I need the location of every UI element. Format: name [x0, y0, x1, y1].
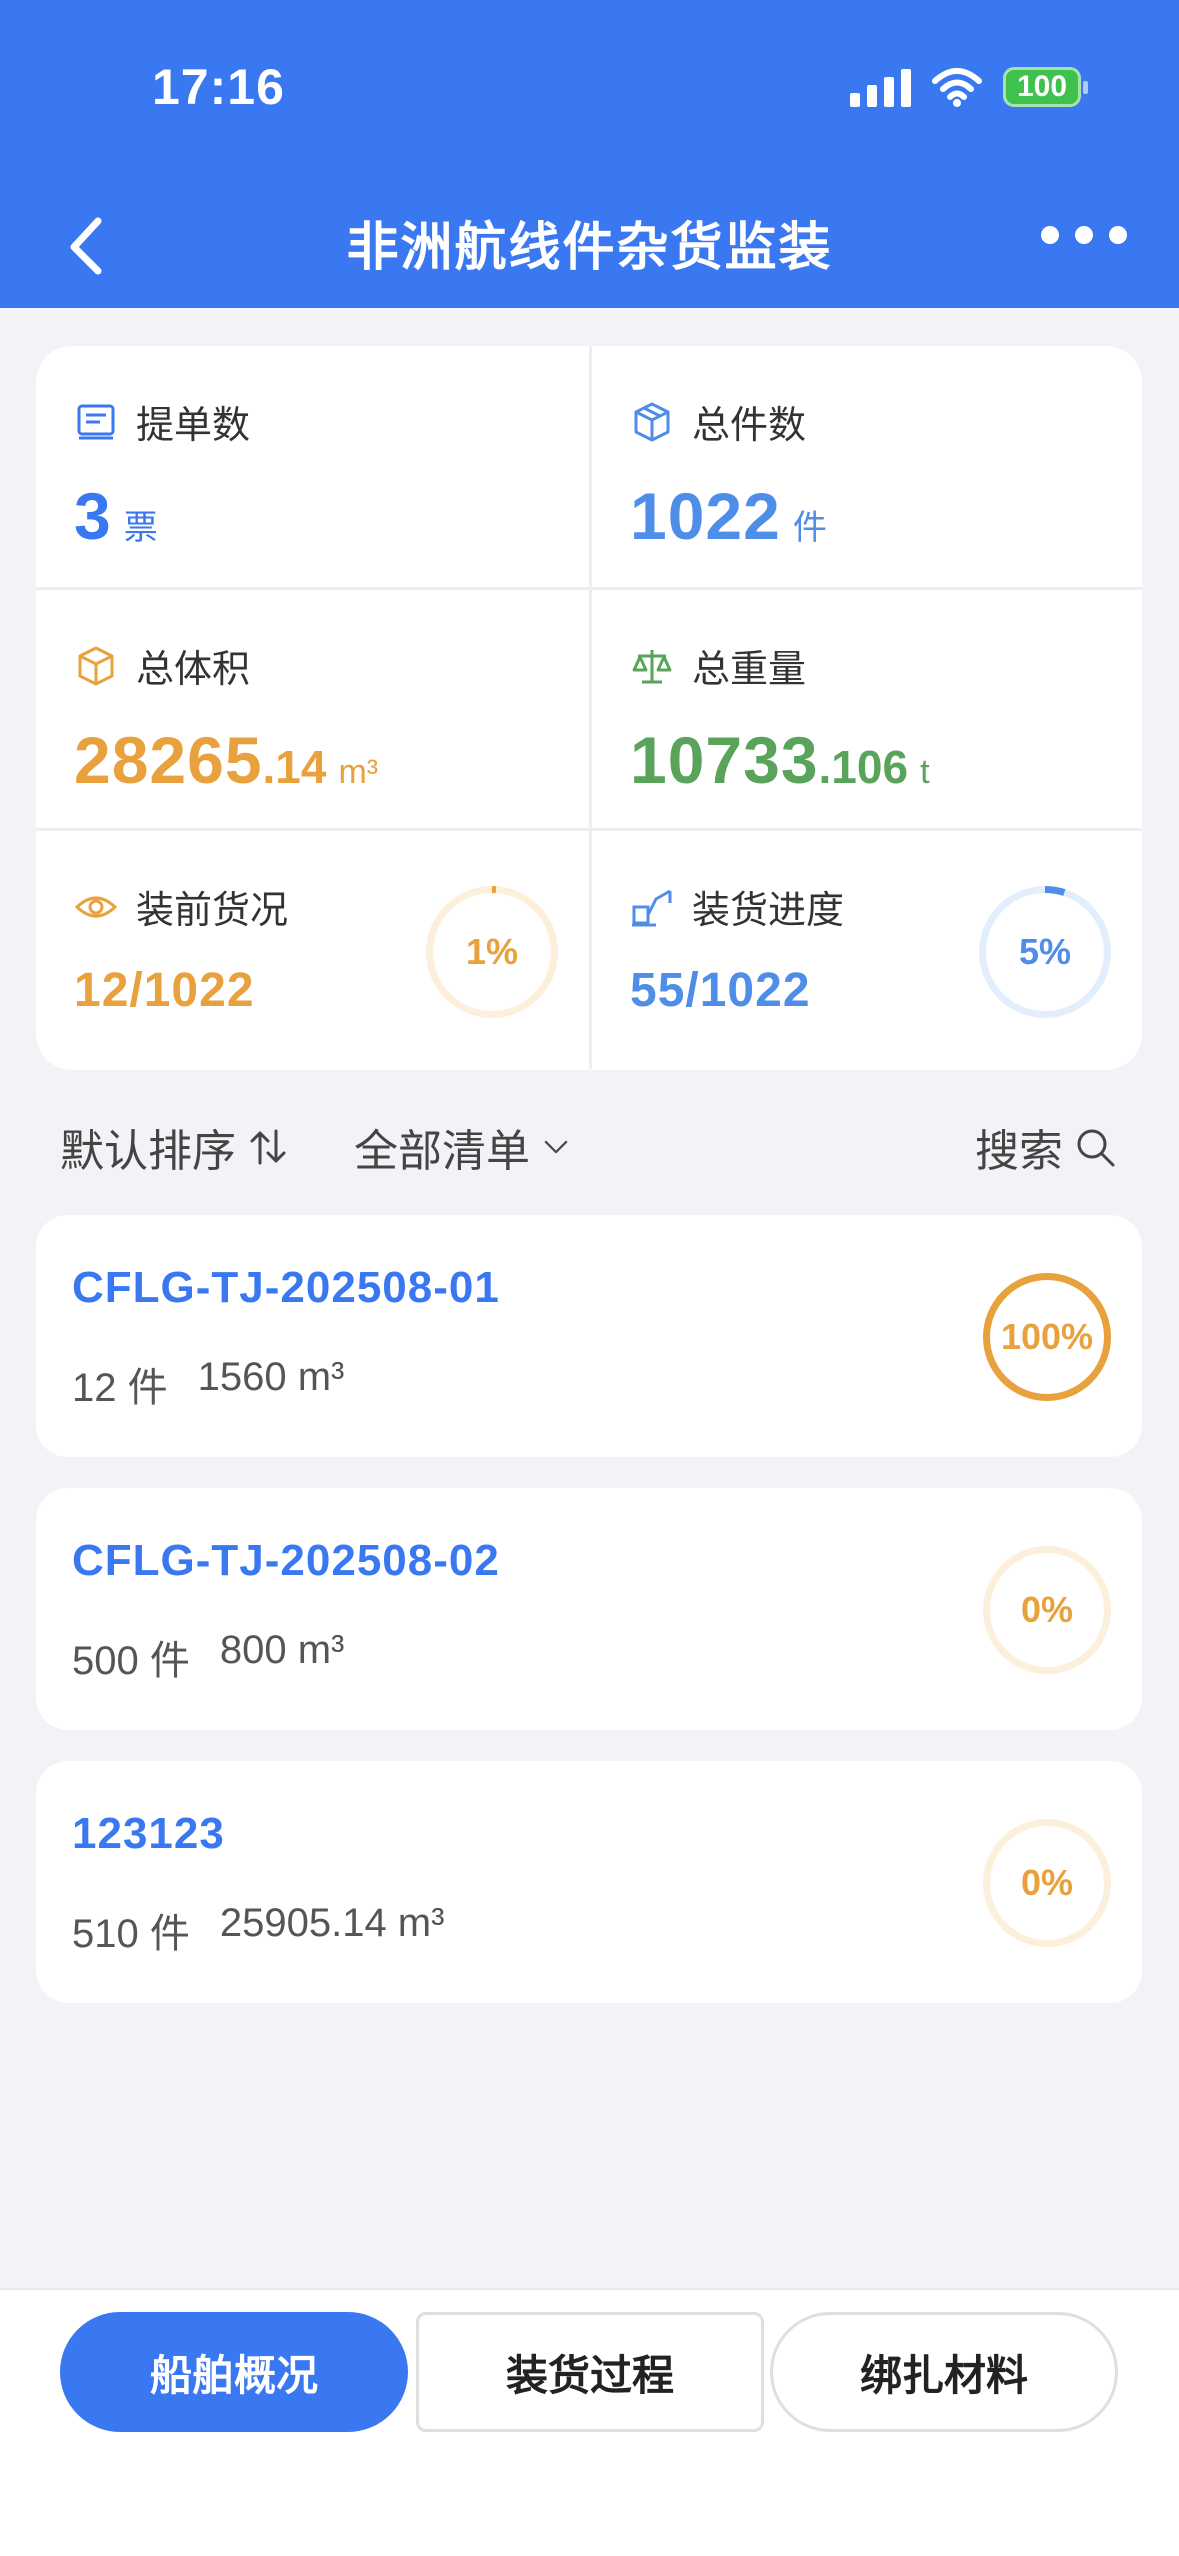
- order-pieces: 500 件: [72, 1639, 190, 1683]
- stat-weight-dec: .106: [818, 741, 909, 793]
- stat-weight-int: 10733: [630, 723, 819, 797]
- stat-bills-value: 3: [74, 479, 112, 553]
- search-icon: [1077, 1129, 1115, 1167]
- stats-panel: 提单数 3 票 总件数 1022 件 总体积 28265 .14 m³ 总重量 …: [36, 346, 1142, 1070]
- sort-label: 默认排序: [60, 1127, 236, 1176]
- stat-pre-cargo-label: 装前货况: [136, 890, 289, 932]
- stat-loading-label: 装货进度: [692, 890, 845, 932]
- order-id: 123123: [72, 1809, 225, 1858]
- stat-pieces-unit: 件: [792, 509, 827, 547]
- search-label: 搜索: [975, 1127, 1063, 1176]
- app-header: 17:16 100 非洲航线件杂货监装: [0, 0, 1179, 308]
- list-filter-label: 全部清单: [354, 1127, 530, 1176]
- order-pieces: 12 件: [72, 1366, 168, 1410]
- order-card[interactable]: CFLG-TJ-202508-01 12 件 1560 m³ 100%: [36, 1215, 1142, 1457]
- order-id: CFLG-TJ-202508-02: [72, 1536, 500, 1585]
- stat-loading[interactable]: 装货进度 55/1022 5%: [589, 828, 1142, 1069]
- order-volume: 800 m³: [219, 1628, 345, 1672]
- battery-icon: 100: [1003, 67, 1088, 107]
- loading-percent: 5%: [1018, 931, 1072, 972]
- stat-bills: 提单数 3 票: [36, 346, 589, 587]
- order-volume: 25905.14 m³: [219, 1901, 445, 1945]
- bottom-tab-bar: 船舶概况 装货过程 绑扎材料: [0, 2288, 1179, 2556]
- package-icon: [634, 402, 670, 441]
- stat-bills-unit: 票: [123, 509, 158, 547]
- order-percent: 0%: [1020, 1589, 1074, 1630]
- stat-pieces-label: 总件数: [692, 405, 807, 447]
- order-card[interactable]: 123123 510 件 25905.14 m³ 0%: [36, 1761, 1142, 2003]
- stat-weight-unit: t: [920, 753, 930, 791]
- tab-lashing-materials[interactable]: 绑扎材料: [770, 2312, 1118, 2432]
- chevron-down-icon: [544, 1140, 568, 1154]
- tab-loading-process[interactable]: 装货过程: [416, 2312, 764, 2432]
- stat-volume-int: 28265: [74, 723, 263, 797]
- order-card[interactable]: CFLG-TJ-202508-02 500 件 800 m³ 0%: [36, 1488, 1142, 1730]
- order-percent: 0%: [1020, 1862, 1074, 1903]
- order-volume: 1560 m³: [197, 1355, 345, 1399]
- list-filter-dropdown[interactable]: 全部清单: [354, 1115, 572, 1179]
- filter-bar: 默认排序 全部清单 搜索: [0, 1105, 1179, 1185]
- cube-icon: [78, 646, 114, 685]
- bill-icon: [77, 404, 115, 439]
- status-indicators: 100: [850, 62, 1088, 112]
- crane-icon: [632, 889, 672, 926]
- stat-weight: 总重量 10733 .106 t: [589, 587, 1142, 828]
- stat-volume-label: 总体积: [136, 649, 251, 691]
- scale-icon: [632, 649, 672, 683]
- search-button[interactable]: 搜索: [975, 1115, 1117, 1179]
- pre-cargo-percent: 1%: [465, 931, 519, 972]
- sort-dropdown[interactable]: 默认排序: [60, 1115, 290, 1179]
- tab-ship-overview[interactable]: 船舶概况: [60, 2312, 408, 2432]
- stat-volume-dec: .14: [262, 741, 327, 793]
- order-percent: 100%: [1000, 1316, 1094, 1357]
- sort-icon: [250, 1129, 286, 1165]
- order-pieces: 510 件: [72, 1912, 190, 1956]
- stat-pieces: 总件数 1022 件: [589, 346, 1142, 587]
- stat-volume: 总体积 28265 .14 m³: [36, 587, 589, 828]
- more-icon[interactable]: [1041, 226, 1127, 244]
- stat-volume-unit: m³: [338, 753, 379, 791]
- eye-icon: [74, 896, 118, 917]
- signal-icon: [850, 67, 911, 107]
- stat-pieces-value: 1022: [630, 479, 781, 553]
- stat-weight-label: 总重量: [692, 649, 807, 691]
- page-title: 非洲航线件杂货监装: [346, 219, 833, 277]
- stat-pre-cargo-value: 12/1022: [74, 964, 255, 1017]
- wifi-icon: [932, 68, 982, 107]
- stat-loading-value: 55/1022: [630, 964, 811, 1017]
- status-time: 17:16: [152, 59, 285, 115]
- stat-bills-label: 提单数: [136, 405, 251, 447]
- order-id: CFLG-TJ-202508-01: [72, 1263, 500, 1312]
- stat-pre-cargo[interactable]: 装前货况 12/1022 1%: [36, 828, 589, 1069]
